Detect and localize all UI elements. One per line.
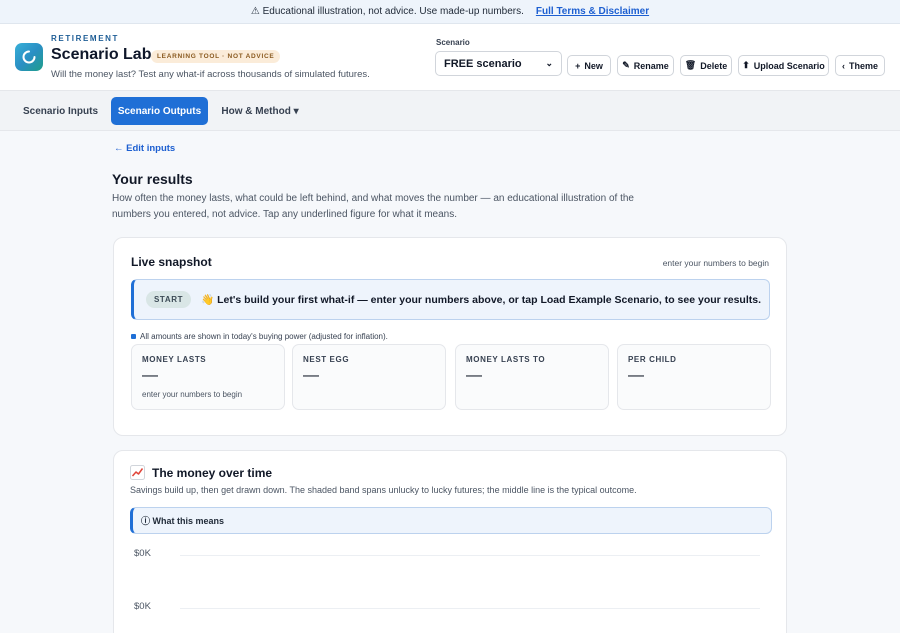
scenario-selected: FREE scenario <box>444 57 522 70</box>
results-heading: Your results <box>112 171 193 187</box>
chevron-left-icon: ‹ <box>841 60 845 71</box>
live-snapshot-card: Live snapshot enter your numbers to begi… <box>113 237 787 436</box>
money-over-time-subtitle: Savings build up, then get drawn down. T… <box>130 485 637 495</box>
what-this-means-toggle[interactable]: ⓘ What this means <box>130 507 772 534</box>
stat-money-lasts-to[interactable]: MONEY LASTS TO — <box>455 344 609 410</box>
delete-button[interactable]: 🗑 Delete <box>680 55 732 76</box>
stat-value: — <box>303 367 319 384</box>
upload-button-label: Upload Scenario <box>753 60 825 71</box>
start-callout-text: 👋 Let's build your first what-if — enter… <box>201 294 762 306</box>
app-title: Scenario Lab. <box>51 46 156 63</box>
results-intro: How often the money lasts, what could be… <box>112 193 634 220</box>
disclaimer-text: ⚠ Educational illustration, not advice. … <box>250 6 524 17</box>
new-button-label: New <box>584 60 603 71</box>
delete-button-label: Delete <box>700 60 728 71</box>
chart-gridline <box>180 608 760 609</box>
rename-button[interactable]: ✎ Rename <box>617 55 674 76</box>
tab-how-method[interactable]: How & Method ▾ <box>214 97 306 125</box>
theme-button[interactable]: ‹ Theme <box>835 55 885 76</box>
stat-label: MONEY LASTS TO <box>466 355 546 364</box>
inflation-note: All amounts are shown in today's buying … <box>131 332 388 341</box>
app-header: RETIREMENT Scenario Lab. LEARNING TOOL ·… <box>0 24 900 91</box>
stat-label: MONEY LASTS <box>142 355 207 364</box>
scenario-select[interactable]: FREE scenario ⌄ <box>435 51 562 76</box>
stat-label: PER CHILD <box>628 355 677 364</box>
theme-button-label: Theme <box>848 60 878 71</box>
new-button[interactable]: + New <box>567 55 611 76</box>
upload-icon: ⬆ <box>742 60 750 70</box>
app-tagline: Will the money last? Test any what-if ac… <box>51 69 370 80</box>
y-tick-label: $0K <box>134 548 151 559</box>
square-bullet-icon <box>131 334 136 339</box>
scenario-label: Scenario <box>436 38 470 47</box>
stat-label: NEST EGG <box>303 355 350 364</box>
plus-icon: + <box>575 60 581 71</box>
disclaimer-banner: ⚠ Educational illustration, not advice. … <box>0 0 900 24</box>
trash-icon: 🗑 <box>684 60 697 70</box>
snapshot-status: enter your numbers to begin <box>662 258 769 268</box>
app-kicker: RETIREMENT <box>51 34 119 43</box>
money-over-time-card: The money over time Savings build up, th… <box>113 450 787 633</box>
rename-button-label: Rename <box>633 60 669 71</box>
start-pill: START <box>146 291 192 308</box>
stat-value: — <box>142 367 158 384</box>
y-tick-label: $0K <box>134 601 151 612</box>
stat-money-lasts[interactable]: MONEY LASTS — enter your numbers to begi… <box>131 344 285 410</box>
main-tabs: Scenario Inputs Scenario Outputs How & M… <box>0 91 900 131</box>
stat-per-child[interactable]: PER CHILD — <box>617 344 771 410</box>
terms-link[interactable]: Full Terms & Disclaimer <box>536 6 649 17</box>
stat-value: — <box>628 367 644 384</box>
start-callout: START 👋 Let's build your first what-if —… <box>131 279 770 320</box>
inflation-note-text: All amounts are shown in today's buying … <box>140 332 388 341</box>
tab-scenario-outputs[interactable]: Scenario Outputs <box>111 97 208 125</box>
money-over-time-title: The money over time <box>152 466 273 480</box>
chart-increasing-icon <box>130 465 145 480</box>
upload-scenario-button[interactable]: ⬆ Upload Scenario <box>738 55 829 76</box>
stat-value: — <box>466 367 482 384</box>
chart-gridline <box>180 555 760 556</box>
tab-scenario-inputs[interactable]: Scenario Inputs <box>16 97 105 125</box>
app-logo <box>15 43 43 71</box>
refresh-arc-icon <box>22 50 36 64</box>
snapshot-title: Live snapshot <box>131 255 212 269</box>
pencil-icon: ✎ <box>622 60 630 70</box>
learning-badge: LEARNING TOOL · NOT ADVICE <box>151 50 281 63</box>
edit-inputs-link[interactable]: ← Edit inputs <box>114 143 175 154</box>
stat-sub: enter your numbers to begin <box>142 390 243 399</box>
chevron-down-icon: ⌄ <box>545 58 553 68</box>
stat-nest-egg[interactable]: NEST EGG — <box>292 344 446 410</box>
